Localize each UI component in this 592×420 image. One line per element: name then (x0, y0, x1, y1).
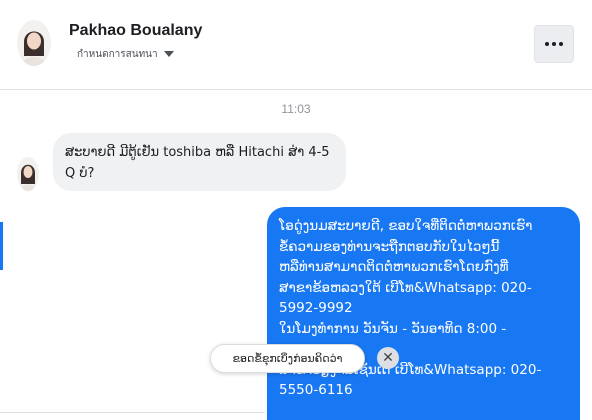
conversation-header: Pakhao Boualany กำหนดการสนทนา (0, 0, 592, 90)
incoming-message-bubble[interactable]: ສະບາຍດີ ມີຕູ້ເຢັນ toshiba ຫລື Hitachi ສ່… (53, 133, 346, 191)
contact-name[interactable]: Pakhao Boualany (69, 22, 202, 40)
caret-down-icon (163, 51, 174, 57)
left-accent-bar (0, 222, 3, 270)
outgoing-message-bubble[interactable]: ໂອດູ່ງນມສະບາຍດີ, ຂອບໃຈທີ່ຕິດຕໍ່ຫາພວກເຮົາ… (267, 207, 580, 420)
conversation-status-dropdown[interactable]: กำหนดการสนทนา (77, 47, 174, 61)
status-label: กำหนดการสนทนา (77, 48, 158, 60)
sender-avatar (17, 157, 39, 191)
close-icon[interactable]: ✕ (377, 347, 399, 369)
ellipsis-icon (545, 42, 549, 46)
suggestion-chip[interactable]: ຂອດຂໍ້ຂຸກເບິ່ງກ່ອນຄິດວ່າ (210, 344, 365, 373)
composer-edge (0, 412, 265, 420)
more-options-button[interactable] (534, 25, 574, 63)
message-timestamp: 11:03 (281, 102, 311, 116)
contact-avatar[interactable] (17, 20, 51, 66)
